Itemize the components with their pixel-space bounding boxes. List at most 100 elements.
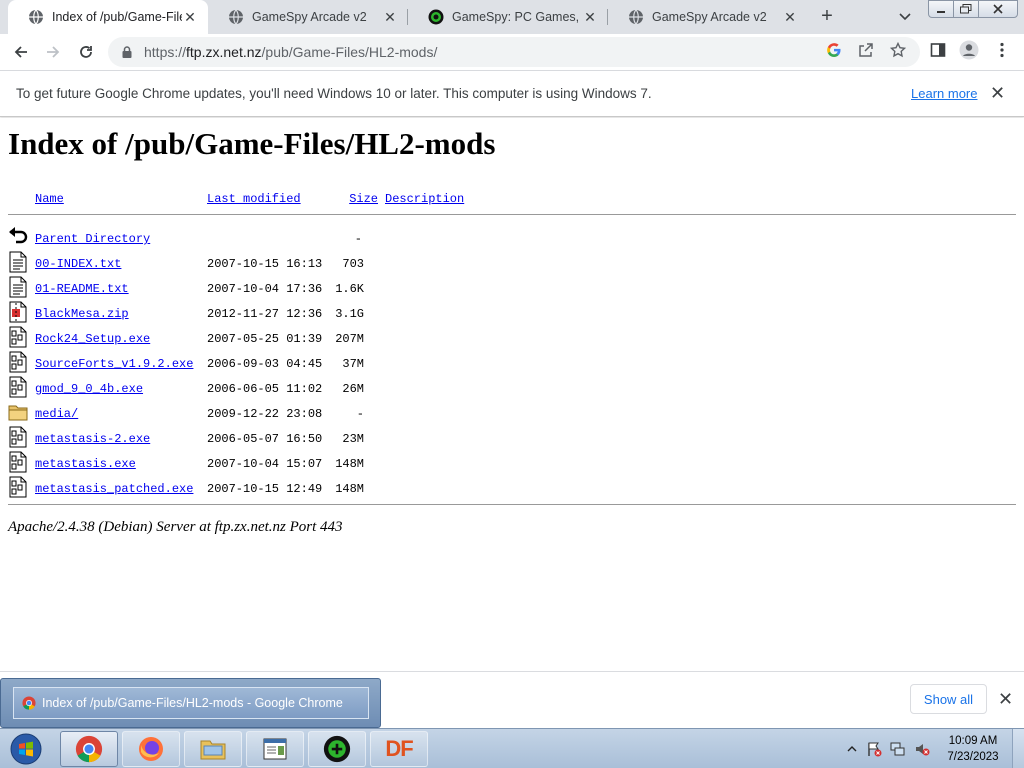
file-link[interactable]: SourceForts_v1.9.2.exe (35, 357, 193, 371)
window-preview-title: Index of /pub/Game-Files/HL2-mods - Goog… (42, 696, 343, 710)
infobar-message: To get future Google Chrome updates, you… (16, 86, 652, 101)
forward-button[interactable] (40, 39, 66, 65)
tab-gamespy-arcade[interactable]: GameSpy Arcade v2 ✕ (208, 0, 408, 34)
sort-by-description-link[interactable]: Description (385, 192, 464, 206)
chrome-icon (22, 696, 36, 710)
file-link[interactable]: 01-README.txt (35, 282, 129, 296)
url-text[interactable]: https://ftp.zx.net.nz/pub/Game-Files/HL2… (144, 44, 437, 60)
sort-by-modified-link[interactable]: Last modified (207, 192, 301, 206)
explorer-icon (200, 740, 226, 760)
minimize-button[interactable] (928, 0, 954, 18)
tab-index-hl2-mods[interactable]: Index of /pub/Game-Files/HL2-mods ✕ (8, 0, 208, 34)
globe-icon (29, 9, 43, 25)
google-translate-button[interactable] (824, 40, 844, 60)
learn-more-link[interactable]: Learn more (911, 86, 977, 101)
share-button[interactable] (856, 40, 876, 60)
tab-gamespy-arcade-2[interactable]: GameSpy Arcade v2 ✕ (608, 0, 808, 34)
google-g-icon (827, 43, 841, 57)
server-signature: Apache/2.4.38 (Debian) Server at ftp.zx.… (8, 519, 343, 535)
taskbar-df-button[interactable]: DF (370, 731, 428, 767)
profile-button[interactable] (959, 40, 979, 60)
reload-button[interactable] (73, 39, 99, 65)
show-desktop-button[interactable] (1012, 729, 1024, 768)
tab-search-button[interactable] (894, 6, 916, 28)
browser-toolbar: https://ftp.zx.net.nz/pub/Game-Files/HL2… (0, 34, 1024, 71)
file-row: media/2009-12-22 23:08 - (8, 405, 1016, 432)
new-tab-button[interactable]: + (816, 5, 838, 27)
size-value: 3.1G (335, 307, 364, 321)
file-link[interactable]: gmod_9_0_4b.exe (35, 382, 143, 396)
tab-close-icon[interactable]: ✕ (182, 9, 198, 25)
shelf-close-icon[interactable]: ✕ (998, 689, 1013, 710)
show-all-button[interactable]: Show all (910, 684, 987, 714)
file-link[interactable]: metastasis.exe (35, 457, 136, 471)
arrow-right-icon (47, 46, 60, 58)
file-row: metastasis.exe 2007-10-04 15:07 148M (8, 451, 1016, 482)
footer-divider (8, 504, 1016, 505)
gamespy-icon (428, 9, 444, 25)
arrow-left-icon (14, 46, 27, 58)
file-link[interactable]: BlackMesa.zip (35, 307, 129, 321)
binary-file-icon (9, 351, 27, 373)
binary-file-icon (9, 376, 27, 398)
taskbar-gamespy-button[interactable] (308, 731, 366, 767)
side-panel-icon (930, 43, 946, 57)
taskbar-chrome-button[interactable] (60, 731, 118, 767)
bookmark-button[interactable] (888, 40, 908, 60)
restore-button[interactable] (953, 0, 979, 18)
size-value: - (354, 232, 362, 246)
network-tray-icon[interactable] (890, 741, 906, 757)
modified-value: 2007-10-04 17:36 (207, 282, 323, 296)
avatar-icon (959, 40, 979, 60)
address-bar[interactable]: https://ftp.zx.net.nz/pub/Game-Files/HL2… (108, 37, 920, 67)
taskbar-notepad-button[interactable] (246, 731, 304, 767)
system-clock[interactable]: 10:09 AM 7/23/2023 (940, 733, 1006, 765)
binary-file-icon (9, 451, 27, 473)
file-row: metastasis-2.exe 2006-05-07 16:50 23M (8, 426, 1016, 457)
tab-close-icon[interactable]: ✕ (382, 9, 398, 25)
tab-close-icon[interactable]: ✕ (582, 9, 598, 25)
close-window-button[interactable] (978, 0, 1018, 18)
file-link[interactable]: metastasis_patched.exe (35, 482, 193, 496)
file-row: Rock24_Setup.exe 2007-05-25 01:39 207M (8, 326, 1016, 357)
taskbar-window-preview[interactable]: Index of /pub/Game-Files/HL2-mods - Goog… (0, 678, 381, 728)
tab-gamespy-pc-games[interactable]: GameSpy: PC Games, Reviews ✕ (408, 0, 608, 34)
page-content: Index of /pub/Game-Files/HL2-mods Name L… (0, 118, 1024, 671)
window-preview-item[interactable]: Index of /pub/Game-Files/HL2-mods - Goog… (13, 687, 369, 719)
tab-close-icon[interactable]: ✕ (782, 9, 798, 25)
taskbar-explorer-button[interactable] (184, 731, 242, 767)
sort-by-size-link[interactable]: Size (342, 192, 378, 206)
network-icon (890, 742, 905, 756)
update-infobar: To get future Google Chrome updates, you… (0, 71, 1024, 117)
file-row: SourceForts_v1.9.2.exe 2006-09-03 04:45 37… (8, 351, 1016, 382)
size-value: 207M (335, 332, 364, 346)
menu-button[interactable] (992, 40, 1012, 60)
windows-taskbar: DF 10:09 AM 7/23/2023 (0, 728, 1024, 768)
file-link[interactable]: media/ (35, 407, 78, 421)
action-center-tray-icon[interactable] (866, 741, 882, 757)
lock-icon[interactable] (120, 45, 134, 59)
modified-value: 2007-05-25 01:39 (207, 332, 323, 346)
file-link[interactable]: metastasis-2.exe (35, 432, 150, 446)
size-value: 26M (342, 382, 364, 396)
taskbar-firefox-button[interactable] (122, 731, 180, 767)
infobar-close-icon[interactable]: ✕ (990, 83, 1005, 104)
file-link[interactable]: 00-INDEX.txt (35, 257, 121, 271)
back-button[interactable] (8, 39, 34, 65)
globe-icon (629, 9, 643, 25)
modified-value: 2012-11-27 12:36 (207, 307, 323, 321)
show-hidden-icons-button[interactable] (844, 741, 860, 757)
binary-file-icon (9, 326, 27, 348)
start-button[interactable] (6, 732, 46, 766)
modified-value: 2006-05-07 16:50 (207, 432, 323, 446)
star-icon (890, 42, 906, 58)
sort-by-name-link[interactable]: Name (35, 192, 64, 206)
volume-tray-icon[interactable] (914, 741, 930, 757)
clock-date: 7/23/2023 (947, 751, 999, 763)
parent-directory-link[interactable]: Parent Directory (35, 232, 150, 246)
file-link[interactable]: Rock24_Setup.exe (35, 332, 150, 346)
size-value: 703 (342, 257, 364, 271)
reload-icon (80, 46, 92, 58)
chevron-up-icon (847, 746, 857, 752)
side-panel-button[interactable] (928, 40, 948, 60)
